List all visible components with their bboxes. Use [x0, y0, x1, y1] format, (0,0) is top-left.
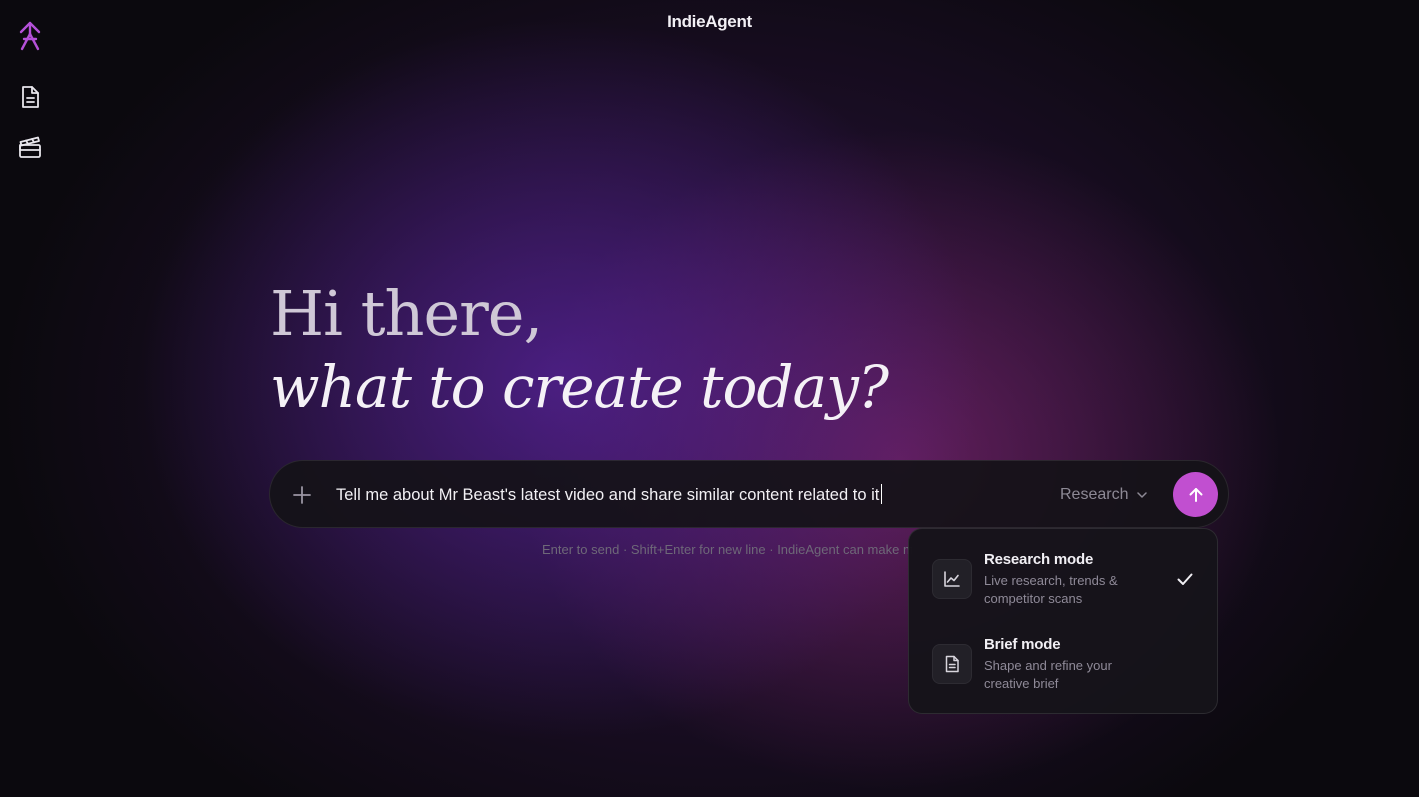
hero-question: what to create today? [270, 353, 889, 421]
mode-dropdown: Research mode Live research, trends & co… [908, 528, 1218, 714]
mode-option-description: Live research, trends & competitor scans [984, 573, 1118, 606]
mode-option-brief[interactable]: Brief mode Shape and refine your creativ… [909, 624, 1217, 704]
document-icon [932, 644, 972, 684]
sidebar [0, 0, 60, 797]
mode-option-research[interactable]: Research mode Live research, trends & co… [909, 539, 1217, 619]
mode-option-description: Shape and refine your creative brief [984, 658, 1112, 691]
plus-icon [293, 486, 311, 504]
hero-greeting: Hi there, [270, 277, 543, 350]
chevron-down-icon [1137, 492, 1148, 498]
attach-button[interactable] [288, 481, 316, 509]
composer-hint: Enter to send · Shift+Enter for new line… [542, 542, 912, 557]
document-icon [22, 86, 39, 108]
arrow-up-icon [1189, 487, 1202, 502]
prompt-input[interactable]: Tell me about Mr Beast's latest video an… [336, 481, 1036, 509]
sidebar-item-briefs[interactable] [14, 81, 46, 113]
prompt-composer: Tell me about Mr Beast's latest video an… [269, 460, 1229, 528]
send-button[interactable] [1173, 472, 1218, 517]
sidebar-item-videos[interactable] [14, 131, 46, 163]
prompt-input-text: Tell me about Mr Beast's latest video an… [336, 486, 880, 504]
mode-select-label: Research [1060, 486, 1129, 503]
app-title: IndieAgent [667, 12, 752, 31]
hero-heading: Hi there, what to create today? [270, 277, 889, 424]
clapperboard-icon [19, 136, 41, 158]
line-chart-icon [932, 559, 972, 599]
text-caret [881, 484, 883, 504]
checkmark-icon [1177, 573, 1193, 585]
mode-option-title: Research mode [984, 551, 1094, 568]
mode-select[interactable]: Research [1060, 481, 1148, 509]
mode-option-title: Brief mode [984, 636, 1061, 653]
